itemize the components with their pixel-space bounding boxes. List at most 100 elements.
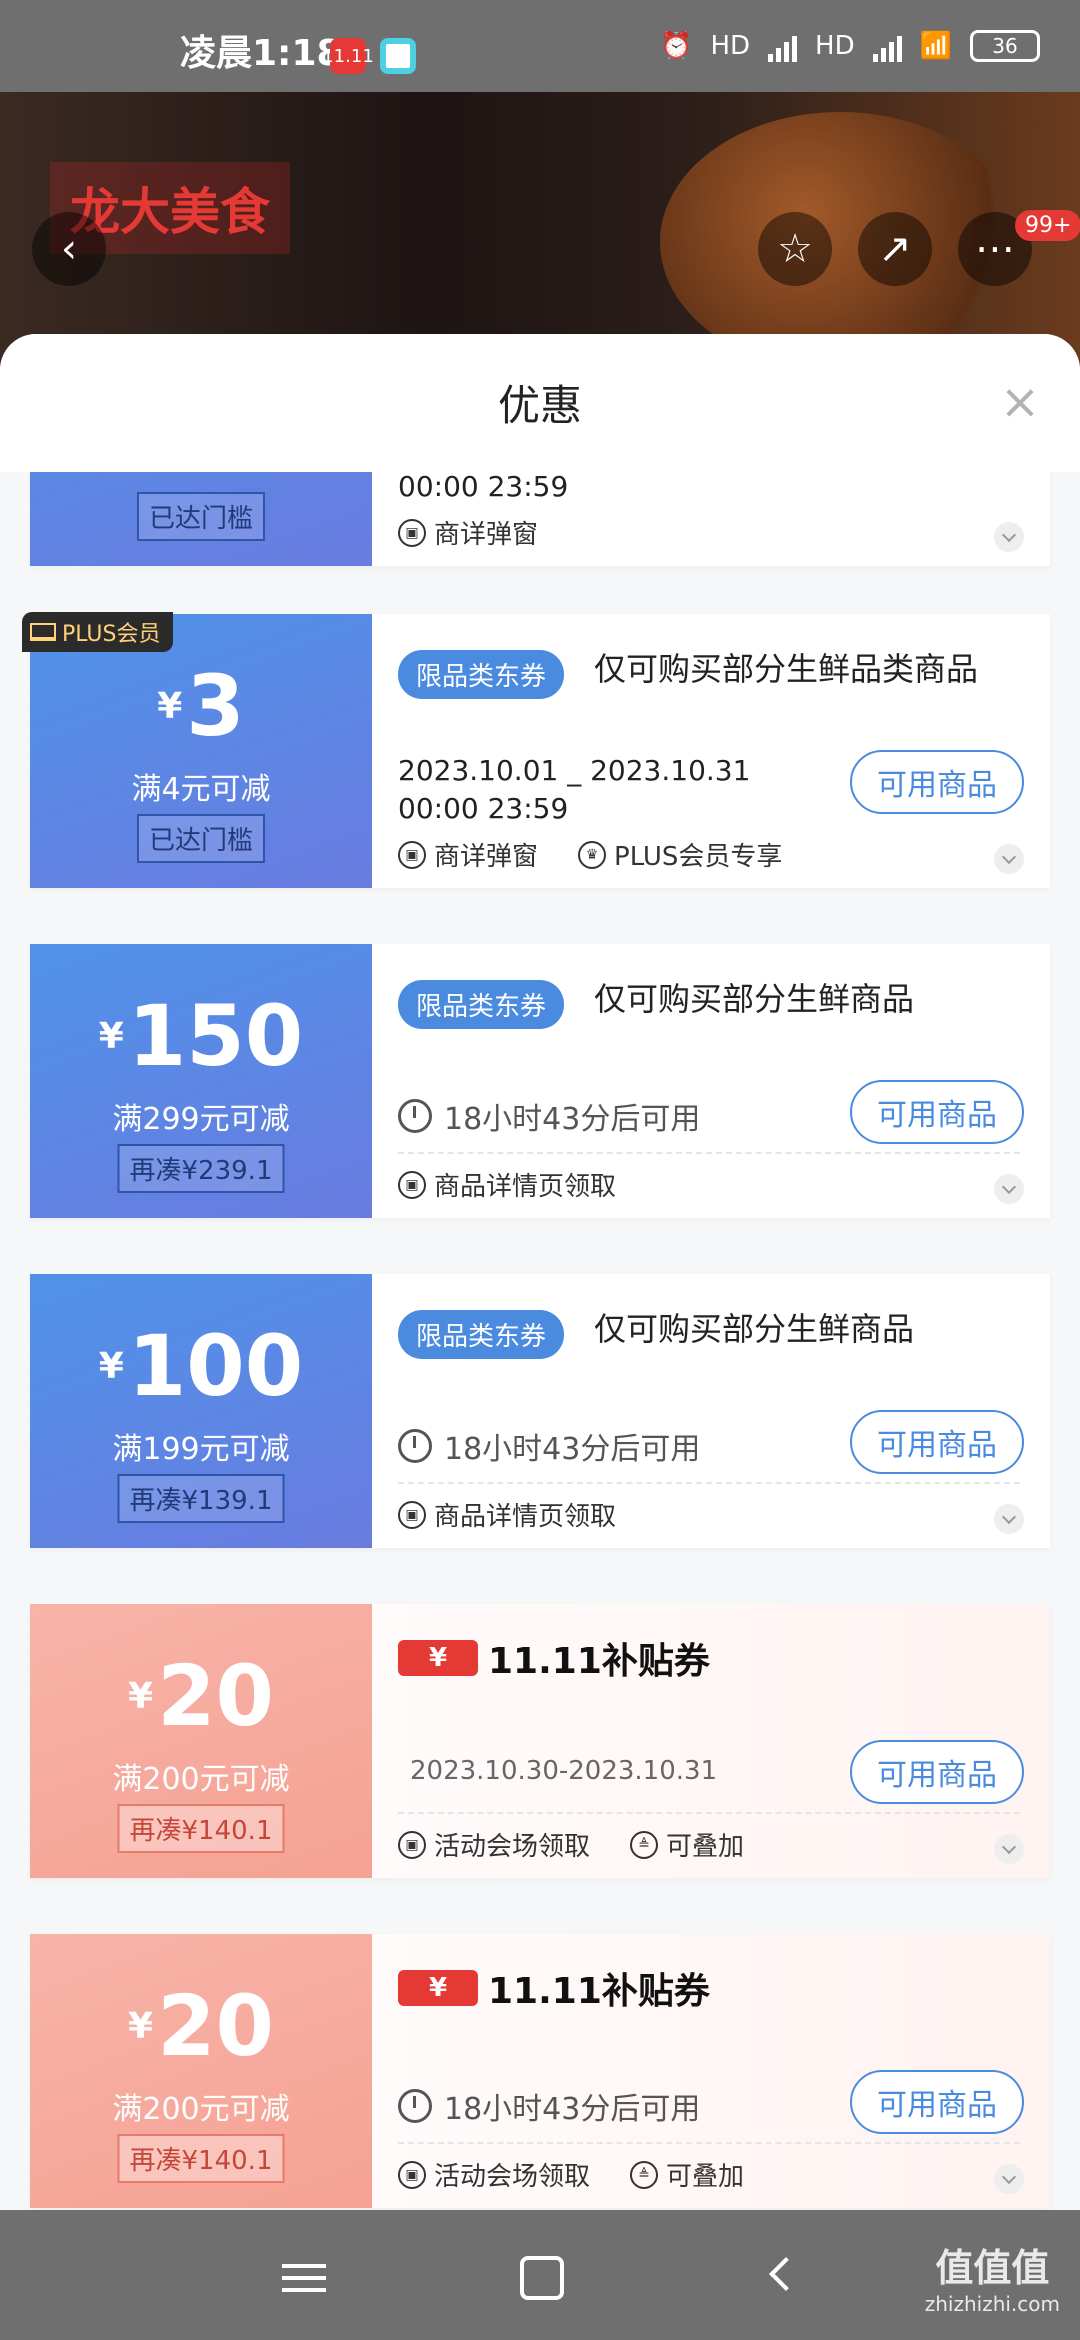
timer-text: 18小时43分后可用 (444, 1102, 701, 1137)
coupon-card: PLUS会员 ¥3 满4元可减 已达门槛 限品类东券 仅可购买部分生鲜品类商品 … (22, 612, 1050, 888)
plus-badge-text: PLUS会员 (62, 622, 161, 647)
coupon-foot-text: 商品详情页领取 (434, 1172, 617, 1202)
available-products-button[interactable]: 可用商品 (850, 750, 1024, 814)
expand-chevron-icon[interactable] (994, 522, 1024, 552)
available-products-button[interactable]: 可用商品 (850, 1080, 1024, 1144)
coupon-status-pill: 再凑¥140.1 (117, 2134, 285, 2183)
watermark-logo: 值值值 zhizhizhi.com (925, 2237, 1060, 2316)
ticket-icon: ▣ (398, 1170, 426, 1199)
coupon-time: 00:00 23:59 (398, 792, 569, 825)
coupon-date-range: 2023.10.01 _ 2023.10.31 00:00 23:59 (398, 752, 750, 828)
coupon-condition: 满4元可减 (131, 772, 271, 807)
coupon-condition: 满200元可减 (112, 1762, 290, 1797)
coupon-list[interactable]: 已达门槛 00:00 23:59 ▣ 商详弹窗 PLUS会员 ¥3 满4元可减 已… (0, 472, 1080, 2210)
coupon-foot-text: 商品详情页领取 (434, 1502, 617, 1532)
coupon-type-tag: 限品类东券 (398, 1310, 565, 1359)
coupon-condition: 满200元可减 (112, 2092, 290, 2127)
recent-apps-icon[interactable] (282, 2256, 326, 2300)
clock-icon (398, 2089, 432, 2123)
wifi-icon: 📶 (919, 31, 952, 61)
available-products-button[interactable]: 可用商品 (850, 1740, 1024, 1804)
battery-icon: 36 (970, 30, 1040, 62)
currency-symbol: ¥ (128, 1676, 154, 1717)
hd-label-2: HD (815, 31, 855, 61)
yen-icon: ¥ (398, 1970, 478, 2006)
coupon-description: 仅可购买部分生鲜商品 (594, 1310, 915, 1348)
clock-icon (398, 1099, 432, 1133)
coupon-status-pill: 再凑¥139.1 (117, 1474, 285, 1523)
currency-symbol: ¥ (98, 1016, 124, 1057)
coupon-footer: ▣ 商详弹窗 ♛ PLUS会员专享 (398, 836, 782, 873)
subsidy-title-text: 11.11补贴券 (488, 1971, 710, 2012)
subsidy-title: ¥ 11.11补贴券 (398, 1632, 710, 1684)
currency-symbol: ¥ (128, 2006, 154, 2047)
signal-icon (768, 30, 798, 62)
coupon-condition: 满299元可减 (112, 1102, 290, 1137)
home-icon[interactable] (520, 2256, 564, 2300)
ticket-icon: ▣ (398, 1830, 426, 1859)
coupon-foot-text: 可叠加 (666, 2162, 745, 2192)
amount-value: 150 (127, 987, 304, 1085)
currency-symbol: ¥ (157, 686, 183, 727)
coupon-right: 00:00 23:59 ▣ 商详弹窗 (372, 472, 1050, 566)
sheet-title: 优惠 (497, 381, 582, 430)
coupon-foot-text: 活动会场领取 (434, 1832, 591, 1862)
alarm-icon: ⏰ (660, 31, 693, 61)
available-products-button[interactable]: 可用商品 (850, 1410, 1024, 1474)
expand-chevron-icon[interactable] (994, 2164, 1024, 2194)
close-icon[interactable]: × (990, 372, 1050, 432)
coupon-foot-text: PLUS会员专享 (614, 842, 783, 872)
coupon-left: 已达门槛 (24, 472, 372, 566)
coupon-right: 限品类东券 仅可购买部分生鲜商品 18小时43分后可用 可用商品 ▣ 商品详情页领… (372, 1274, 1050, 1548)
expand-chevron-icon[interactable] (994, 844, 1024, 874)
favorite-star-icon[interactable]: ☆ (758, 212, 832, 286)
subsidy-title-text: 11.11补贴券 (488, 1641, 710, 1682)
coupon-foot-item: ▣ 商详弹窗 (398, 514, 538, 551)
coupon-footer: ▣ 商品详情页领取 (398, 1166, 616, 1203)
available-products-button[interactable]: 可用商品 (850, 2070, 1024, 2134)
plus-member-badge: PLUS会员 (22, 612, 173, 652)
share-icon[interactable]: ↗ (858, 212, 932, 286)
coupon-status-pill: 再凑¥239.1 (117, 1144, 285, 1193)
coupon-foot-text: 商详弹窗 (434, 842, 539, 872)
clock-icon (398, 1429, 432, 1463)
yen-icon: ¥ (398, 1640, 478, 1676)
coupon-timer: 18小时43分后可用 (398, 2084, 700, 2128)
expand-chevron-icon[interactable] (994, 1174, 1024, 1204)
coupon-card: 已达门槛 00:00 23:59 ▣ 商详弹窗 (24, 472, 1050, 566)
coupon-left: ¥20 满200元可减 再凑¥140.1 (24, 1604, 372, 1878)
status-bar: 凌晨1:18 11.11 ⏰ HD HD 📶 36 (0, 0, 1080, 92)
amount-value: 20 (157, 1977, 274, 2075)
timer-text: 18小时43分后可用 (444, 1432, 701, 1467)
coupon-left: ¥20 满200元可减 再凑¥140.1 (24, 1934, 372, 2208)
watermark-text: 值值值 (935, 2246, 1050, 2290)
coupon-foot-text: 可叠加 (666, 1832, 745, 1862)
expand-chevron-icon[interactable] (994, 1504, 1024, 1534)
watermark-url: zhizhizhi.com (924, 2292, 1060, 2316)
ticket-icon: ▣ (398, 2160, 426, 2189)
back-button[interactable]: ‹ (32, 212, 106, 286)
coupon-status-pill: 已达门槛 (136, 492, 266, 541)
coupon-amount: ¥150 (30, 990, 372, 1082)
coupon-footer: ▣ 商详弹窗 (398, 514, 538, 551)
coupon-right: 限品类东券 仅可购买部分生鲜品类商品 2023.10.01 _ 2023.10.… (372, 614, 1050, 888)
hd-label-1: HD (710, 31, 751, 61)
app-notification-icon-2 (380, 38, 416, 74)
coupon-foot-item: ♛ PLUS会员专享 (578, 836, 782, 873)
coupon-card: ¥20 满200元可减 再凑¥140.1 ¥ 11.11补贴券 2023.10.… (24, 1604, 1050, 1878)
coupon-amount: ¥100 (30, 1320, 372, 1412)
coupon-amount: ¥20 (30, 1980, 372, 2072)
crown-icon: ♛ (578, 840, 607, 869)
ticket-icon: ▣ (398, 840, 426, 869)
coupon-date: 2023.10.30-2023.10.31 (410, 1756, 718, 1786)
coupon-type-tag: 限品类东券 (398, 980, 565, 1029)
ticket-icon: ▣ (398, 1500, 426, 1529)
coupon-foot-item: ≜ 可叠加 (630, 1826, 744, 1863)
status-icons: ⏰ HD HD 📶 36 (660, 30, 1040, 62)
coupon-time: 00:00 23:59 (398, 472, 569, 503)
coupon-footer: ▣ 活动会场领取 ≜ 可叠加 (398, 2156, 744, 2193)
app-notification-icon: 11.11 (322, 38, 374, 74)
back-icon[interactable] (760, 2256, 804, 2300)
expand-chevron-icon[interactable] (994, 1834, 1024, 1864)
coupon-sheet: 优惠 × 已达门槛 00:00 23:59 ▣ 商详弹窗 PLUS会员 ¥3 满4… (0, 334, 1080, 2210)
